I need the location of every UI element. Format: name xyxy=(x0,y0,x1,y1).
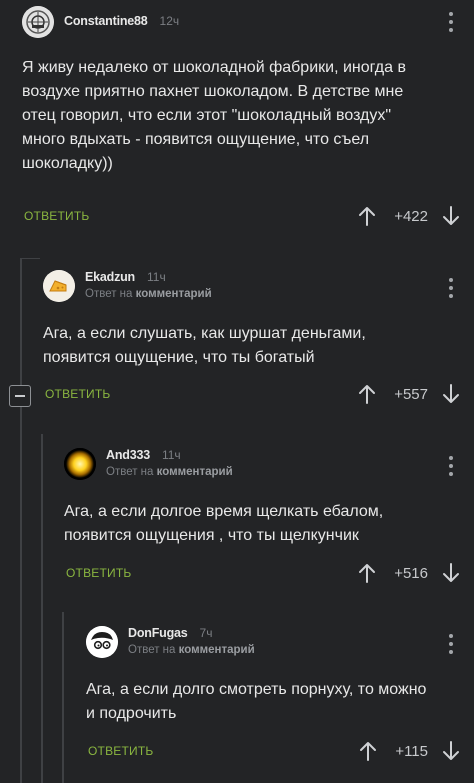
sun-avatar-icon xyxy=(64,448,96,480)
comment-actions: ОТВЕТИТЬ +115 xyxy=(88,741,460,761)
reply-to-info: Ответ на комментарий xyxy=(106,466,233,478)
comment-time: 7ч xyxy=(199,626,213,640)
reply-to-info: Ответ на комментарий xyxy=(85,288,212,300)
reply-button[interactable]: ОТВЕТИТЬ xyxy=(66,566,131,580)
comment-1: Constantine88 12ч Я живу недалеко от шок… xyxy=(22,6,474,176)
upvote-icon[interactable] xyxy=(358,206,376,226)
comment-actions: ОТВЕТИТЬ +516 xyxy=(66,563,460,583)
comment-3: And333 11ч Ответ на комментарий Ага, а е… xyxy=(64,448,474,548)
rating-score: +422 xyxy=(394,207,428,225)
downvote-icon[interactable] xyxy=(442,563,460,583)
face-avatar-icon xyxy=(86,626,118,658)
thread-branch-level-1 xyxy=(20,258,40,259)
reply-to-link[interactable]: комментарий xyxy=(179,644,255,656)
avatar[interactable] xyxy=(86,626,118,658)
more-options-icon[interactable] xyxy=(448,456,454,480)
avatar[interactable] xyxy=(22,6,54,38)
reply-button[interactable]: ОТВЕТИТЬ xyxy=(24,209,89,223)
cheese-avatar-icon xyxy=(43,270,75,302)
author-name[interactable]: Constantine88 xyxy=(64,14,148,28)
reply-to-info: Ответ на комментарий xyxy=(128,644,255,656)
downvote-icon[interactable] xyxy=(442,206,460,226)
comment-text: Ага, а если долго смотреть порнуху, то м… xyxy=(86,681,427,722)
thread-line-level-3 xyxy=(62,612,64,783)
author-name[interactable]: And333 xyxy=(106,448,150,462)
collapse-thread-button[interactable] xyxy=(9,385,31,407)
comment-actions: ОТВЕТИТЬ +422 xyxy=(24,206,460,226)
rating-score: +557 xyxy=(394,385,428,403)
comment-4: DonFugas 7ч Ответ на комментарий Ага, а … xyxy=(86,626,474,726)
comment-time: 12ч xyxy=(159,14,180,28)
rating-score: +516 xyxy=(394,564,428,582)
avatar[interactable] xyxy=(43,270,75,302)
comment-time: 11ч xyxy=(147,270,166,284)
thread-line-level-1 xyxy=(20,258,22,783)
reply-button[interactable]: ОТВЕТИТЬ xyxy=(45,387,110,401)
comment-time: 11ч xyxy=(161,448,181,462)
rating-score: +115 xyxy=(395,742,428,760)
crest-avatar-icon xyxy=(22,6,54,38)
upvote-icon[interactable] xyxy=(358,563,376,583)
downvote-icon[interactable] xyxy=(442,741,460,761)
reply-to-link[interactable]: комментарий xyxy=(136,288,212,300)
upvote-icon[interactable] xyxy=(358,384,376,404)
downvote-icon[interactable] xyxy=(442,384,460,404)
reply-button[interactable]: ОТВЕТИТЬ xyxy=(88,744,153,758)
more-options-icon[interactable] xyxy=(448,12,454,36)
reply-to-link[interactable]: комментарий xyxy=(157,466,233,478)
upvote-icon[interactable] xyxy=(359,741,377,761)
comment-text: Я живу недалеко от шоколадной фабрики, и… xyxy=(22,59,406,172)
author-name[interactable]: Ekadzun xyxy=(85,270,135,284)
thread-line-level-2 xyxy=(41,434,43,783)
author-name[interactable]: DonFugas xyxy=(128,626,188,640)
more-options-icon[interactable] xyxy=(448,634,454,658)
comment-2: Ekadzun 11ч Ответ на комментарий Ага, а … xyxy=(43,270,474,370)
comment-text: Ага, а если долгое время щелкать ебалом,… xyxy=(64,503,384,544)
comment-text: Ага, а если слушать, как шуршат деньгами… xyxy=(43,325,366,366)
comment-header: Constantine88 12ч xyxy=(22,6,474,38)
comment-actions: ОТВЕТИТЬ +557 xyxy=(45,384,460,404)
more-options-icon[interactable] xyxy=(448,278,454,302)
avatar[interactable] xyxy=(64,448,96,480)
